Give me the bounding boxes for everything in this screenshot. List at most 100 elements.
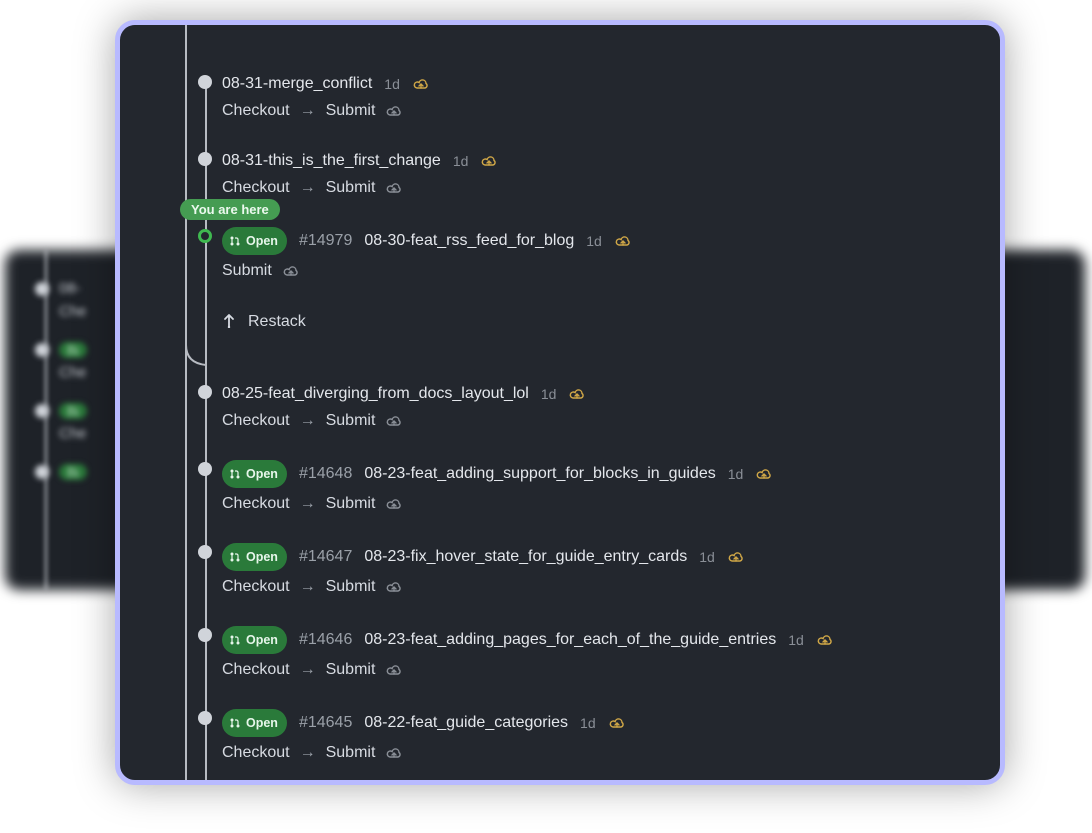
submit-button[interactable]: Submit: [326, 578, 376, 596]
submit-button[interactable]: Submit: [326, 412, 376, 430]
stack-entry: Open #14648 08-23-feat_adding_support_for_…: [198, 460, 980, 513]
checkout-button[interactable]: Checkout: [222, 661, 290, 679]
entry-age: 1d: [586, 230, 602, 252]
entry-age: 1d: [580, 712, 596, 734]
entry-actions-row: Checkout→Submit: [222, 744, 980, 762]
branch-name[interactable]: 08-31-merge_conflict: [222, 73, 372, 95]
restack-label: Restack: [248, 313, 306, 331]
entry-age: 1d: [453, 150, 469, 172]
cloud-upload-icon: [385, 414, 403, 428]
entry-header-row: Open #14648 08-23-feat_adding_support_for_…: [222, 460, 980, 488]
node-dot: [198, 152, 212, 166]
pr-open-badge: Open: [222, 709, 287, 737]
submit-button[interactable]: Submit: [326, 102, 376, 120]
branch-name[interactable]: 08-22-feat_guide_categories: [364, 712, 568, 734]
pr-number[interactable]: #14647: [299, 546, 352, 568]
checkout-button[interactable]: Checkout: [222, 102, 290, 120]
pr-open-label: Open: [246, 230, 278, 252]
checkout-button[interactable]: Checkout: [222, 179, 290, 197]
entry-age: 1d: [788, 629, 804, 651]
checkout-button[interactable]: Checkout: [222, 744, 290, 762]
entry-actions-row: Submit: [222, 262, 980, 280]
cloud-upload-icon: [755, 467, 773, 481]
restack-up-icon: [222, 310, 236, 333]
pr-open-label: Open: [246, 546, 278, 568]
node-dot: [198, 711, 212, 725]
stack-entry: 08-31-this_is_the_first_change 1d Checkout…: [198, 150, 980, 197]
entry-age: 1d: [728, 463, 744, 485]
submit-button[interactable]: Submit: [326, 495, 376, 513]
entry-header-row: Open #14646 08-23-feat_adding_pages_for_ea…: [222, 626, 980, 654]
pr-number[interactable]: #14645: [299, 712, 352, 734]
pr-open-badge: Open: [222, 460, 287, 488]
pr-open-badge: Open: [222, 626, 287, 654]
node-dot: [198, 385, 212, 399]
checkout-button[interactable]: Checkout: [222, 495, 290, 513]
entry-actions-row: Checkout → Submit: [222, 102, 980, 120]
entry-header-row: 08-31-merge_conflict 1d: [222, 73, 980, 95]
arrow-right-icon: →: [300, 495, 316, 513]
background-vline: [45, 250, 47, 590]
entry-header-row: 08-31-this_is_the_first_change 1d: [222, 150, 980, 172]
stack-entry: You are hereOpen#1497908-30-feat_rss_fee…: [198, 227, 980, 280]
branch-name[interactable]: 08-31-this_is_the_first_change: [222, 150, 441, 172]
cloud-upload-icon: [385, 497, 403, 511]
you-are-here-badge: You are here: [180, 199, 280, 220]
cloud-upload-icon: [816, 633, 834, 647]
cloud-upload-icon: [385, 746, 403, 760]
pr-open-label: Open: [246, 712, 278, 734]
cloud-upload-icon: [385, 104, 403, 118]
branch-name[interactable]: 08-23-fix_hover_state_for_guide_entry_ca…: [364, 546, 687, 568]
entry-actions-row: Checkout → Submit: [222, 661, 980, 679]
checkout-button[interactable]: Checkout: [222, 578, 290, 596]
entry-age: 1d: [541, 383, 557, 405]
stack-entry: Open #14645 08-22-feat_guide_categories 1d C…: [198, 709, 980, 762]
cloud-upload-icon: [614, 234, 632, 248]
branch-name[interactable]: 08-23-feat_adding_support_for_blocks_in_…: [364, 463, 715, 485]
arrow-right-icon: →: [300, 661, 316, 679]
stack-entry: Open #14646 08-23-feat_adding_pages_for_ea…: [198, 626, 980, 679]
cloud-upload-icon: [282, 264, 300, 278]
pr-number[interactable]: #14979: [299, 230, 352, 252]
arrow-right-icon: →: [300, 578, 316, 596]
current-node-dot: [198, 229, 212, 243]
cloud-upload-icon: [568, 387, 586, 401]
entry-header-row: 08-25-feat_diverging_from_docs_layout_lo…: [222, 383, 980, 405]
submit-button[interactable]: Submit: [326, 179, 376, 197]
cloud-upload-icon: [385, 580, 403, 594]
entry-actions-row: Checkout → Submit: [222, 412, 980, 430]
cloud-upload-icon: [608, 716, 626, 730]
node-dot: [198, 628, 212, 642]
entry-actions-row: Checkout → Submit: [222, 578, 980, 596]
branch-name[interactable]: 08-25-feat_diverging_from_docs_layout_lo…: [222, 383, 529, 405]
track-line-outer: [185, 25, 187, 780]
restack-button[interactable]: Restack: [222, 310, 980, 333]
pr-number[interactable]: #14648: [299, 463, 352, 485]
cloud-upload-icon: [480, 154, 498, 168]
entry-header-row: Open #14979 08-30-feat_rss_feed_for_blog 1d: [222, 227, 980, 255]
submit-button[interactable]: Submit: [222, 262, 272, 280]
pr-open-badge: Open: [222, 227, 287, 255]
pr-number[interactable]: #14646: [299, 629, 352, 651]
pr-open-label: Open: [246, 463, 278, 485]
pr-open-label: Open: [246, 629, 278, 651]
entry-age: 1d: [384, 73, 400, 95]
cloud-upload-icon: [385, 663, 403, 677]
entry-header-row: Open #14645 08-22-feat_guide_categories 1d: [222, 709, 980, 737]
submit-button[interactable]: Submit: [326, 744, 376, 762]
branch-name[interactable]: 08-23-feat_adding_pages_for_each_of_the_…: [364, 629, 776, 651]
arrow-right-icon: →: [300, 179, 316, 197]
arrow-right-icon: →: [300, 102, 316, 120]
node-dot: [198, 545, 212, 559]
pr-open-badge: Open: [222, 543, 287, 571]
stack-panel: 08-31-merge_conflict1dCheckout→Submit08-…: [115, 20, 1005, 785]
arrow-right-icon: →: [300, 412, 316, 430]
cloud-upload-icon: [412, 77, 430, 91]
cloud-upload-icon: [385, 181, 403, 195]
stack-entry: Open #14647 08-23-fix_hover_state_for_guid…: [198, 543, 980, 596]
submit-button[interactable]: Submit: [326, 661, 376, 679]
entry-actions-row: Checkout → Submit: [222, 495, 980, 513]
branch-name[interactable]: 08-30-feat_rss_feed_for_blog: [364, 230, 574, 252]
entry-header-row: Open #14647 08-23-fix_hover_state_for_guid…: [222, 543, 980, 571]
checkout-button[interactable]: Checkout: [222, 412, 290, 430]
